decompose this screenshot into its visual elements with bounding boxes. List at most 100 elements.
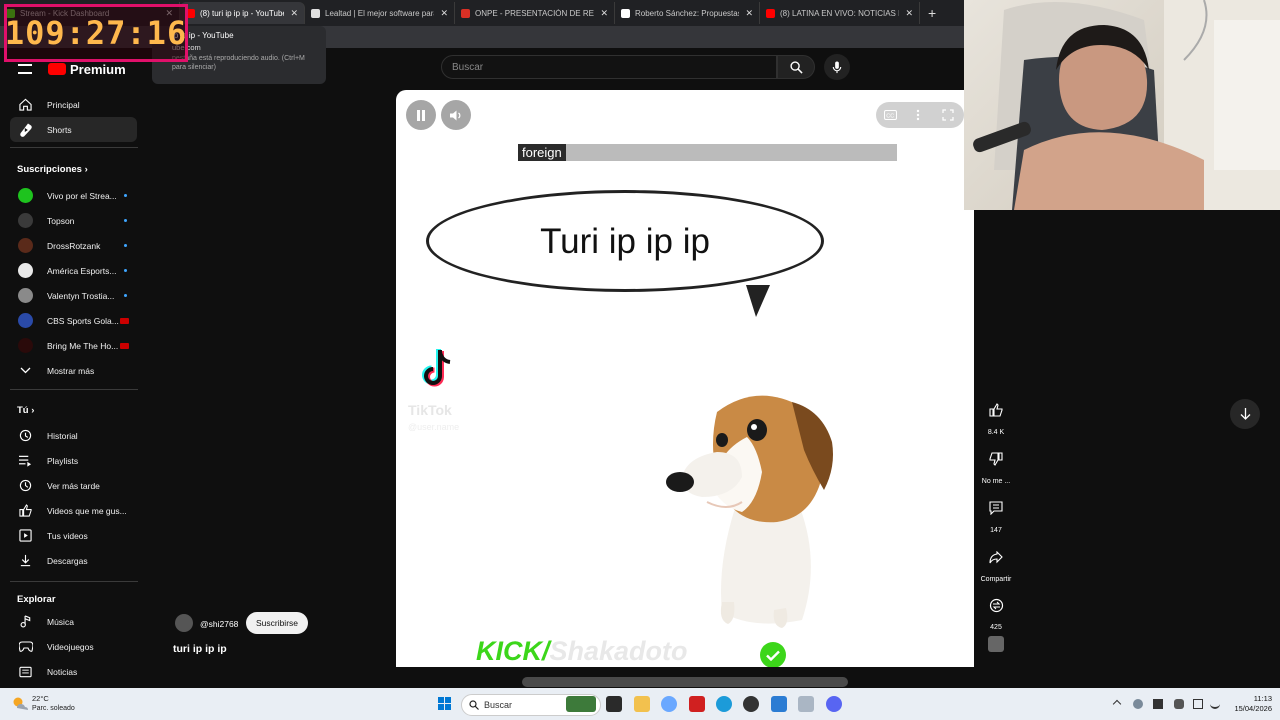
browser-tab[interactable]: (8) LATINA EN VIVO: NOTICIAS DE ✕ — [760, 2, 920, 24]
tiktok-watermark-user: @user.name — [408, 422, 460, 432]
playlists-icon — [18, 453, 33, 468]
tab-close-icon[interactable]: ✕ — [600, 8, 608, 19]
wifi-icon[interactable] — [1210, 699, 1220, 709]
pause-button[interactable] — [406, 100, 436, 130]
sidebar-item-shorts[interactable]: Shorts — [10, 117, 137, 142]
task-view-icon[interactable] — [606, 696, 622, 712]
sidebar-item-gaming[interactable]: Videojuegos — [10, 634, 137, 659]
search-button[interactable] — [777, 55, 815, 79]
caption-text: foreign — [518, 144, 566, 161]
like-button[interactable]: 8.4 K — [980, 395, 1012, 436]
channel-avatar — [18, 313, 33, 328]
menu-icon[interactable] — [18, 64, 32, 74]
tab-label: Lealtad | El mejor software para p — [325, 8, 435, 18]
sidebar-item-liked[interactable]: Videos que me gus... — [10, 498, 137, 523]
browser-tab[interactable]: ONPE - PRESENTACIÓN DE RESUL ✕ — [455, 2, 615, 24]
volume-button[interactable] — [441, 100, 471, 130]
tab-close-icon[interactable]: ✕ — [440, 8, 448, 19]
sidebar-item-music[interactable]: Música — [10, 609, 137, 634]
taskbar-clock[interactable]: 11:13 15/04/2026 — [1228, 694, 1272, 714]
comment-count: 147 — [990, 527, 1002, 534]
sidebar-item-label: Playlists — [47, 455, 79, 466]
subscribe-button[interactable]: Suscribirse — [246, 612, 308, 634]
copilot-icon[interactable] — [661, 696, 677, 712]
sidebar-item-label: Videos que me gus... — [47, 505, 127, 516]
sidebar-show-more[interactable]: Mostrar más — [10, 358, 137, 383]
taskbar-search-icon — [469, 700, 479, 710]
next-short-button[interactable] — [1230, 399, 1260, 429]
share-button[interactable]: Compartir — [980, 542, 1012, 583]
sidebar-subscription[interactable]: CBS Sports Gola... — [10, 308, 137, 333]
onedrive-icon[interactable] — [1133, 699, 1143, 709]
sidebar-subscription[interactable]: Vivo por el Strea... — [10, 183, 137, 208]
video-title[interactable]: turi ip ip ip — [173, 643, 227, 655]
display-icon[interactable] — [1193, 699, 1203, 709]
usb-icon[interactable] — [1153, 699, 1163, 709]
shorts-player[interactable]: CC foreign Turi ip ip ip TikTok @user.na… — [396, 90, 974, 667]
you-heading[interactable]: Tú › — [17, 405, 34, 416]
like-count: 8.4 K — [987, 429, 1005, 436]
search-input[interactable]: Buscar — [441, 55, 777, 79]
tab-close-icon[interactable]: ✕ — [905, 8, 913, 19]
voice-search-button[interactable] — [824, 54, 850, 80]
pdf-app-icon[interactable] — [689, 696, 705, 712]
sidebar-subscription[interactable]: Topson — [10, 208, 137, 233]
channel-avatar — [18, 288, 33, 303]
clock-time: 11:13 — [1253, 694, 1272, 703]
tab-hover-title: ip ip ip - YouTube — [172, 31, 234, 40]
new-tab-button[interactable]: + — [928, 5, 936, 21]
remix-button[interactable]: 425 — [980, 590, 1012, 631]
channel-avatar[interactable] — [175, 614, 193, 632]
discord-icon[interactable] — [826, 696, 842, 712]
tab-close-icon[interactable]: ✕ — [290, 8, 298, 19]
channel-avatar — [18, 263, 33, 278]
like-icon — [989, 403, 1003, 417]
your-videos-icon — [18, 528, 33, 543]
taskbar-widget-image[interactable] — [566, 696, 596, 712]
tiktok-logo-icon — [422, 349, 451, 387]
remix-icon — [989, 598, 1003, 612]
more-options-icon[interactable] — [916, 109, 920, 121]
horizontal-scrollbar[interactable] — [522, 677, 848, 687]
start-windows-icon[interactable] — [438, 697, 452, 711]
tray-overflow-icon[interactable] — [1112, 699, 1122, 709]
tab-favicon-icon — [461, 8, 470, 18]
sidebar-item-your-videos[interactable]: Tus videos — [10, 523, 137, 548]
webcam-feed — [964, 0, 1280, 210]
arrow-down-icon — [1240, 408, 1250, 420]
browser-tab[interactable]: Lealtad | El mejor software para p ✕ — [305, 2, 455, 24]
sidebar-item-principal[interactable]: Principal — [10, 92, 137, 117]
sidebar-subscription[interactable]: Bring Me The Ho... — [10, 333, 137, 358]
browser-tab[interactable]: Roberto Sánchez: Propuestas ✕ — [615, 2, 760, 24]
youtube-logo[interactable]: Premium — [48, 62, 126, 77]
browser-tab[interactable]: (8) turi ip ip ip - YouTube ✕ — [180, 2, 305, 24]
dislike-button[interactable]: No me ... — [980, 444, 1012, 485]
clock-date: 15/04/2026 — [1234, 704, 1272, 714]
sidebar-item-history[interactable]: Historial — [10, 423, 137, 448]
dislike-label: No me ... — [981, 478, 1011, 485]
new-content-dot — [124, 219, 127, 222]
sidebar-item-playlists[interactable]: Playlists — [10, 448, 137, 473]
tab-label: ONPE - PRESENTACIÓN DE RESUL — [475, 8, 594, 18]
sidebar-item-watch-later[interactable]: Ver más tarde — [10, 473, 137, 498]
sidebar-item-downloads[interactable]: Descargas — [10, 548, 137, 573]
tab-close-icon[interactable]: ✕ — [745, 8, 753, 19]
channel-handle[interactable]: @shi2768 — [200, 619, 238, 629]
captions-icon[interactable]: CC — [884, 110, 897, 120]
edge-icon[interactable] — [716, 696, 732, 712]
sound-thumbnail[interactable] — [988, 636, 1004, 652]
sidebar-item-news[interactable]: Noticias — [10, 659, 137, 684]
weather-widget[interactable]: 22°C Parc. soleado — [32, 694, 75, 713]
sidebar-subscription[interactable]: Valentyn Trostia... — [10, 283, 137, 308]
subscriptions-heading[interactable]: Suscripciones › — [17, 164, 88, 175]
comments-button[interactable]: 147 — [980, 493, 1012, 534]
calculator-icon[interactable] — [798, 696, 814, 712]
notepad-icon[interactable] — [771, 696, 787, 712]
sidebar-subscription[interactable]: América Esports... — [10, 258, 137, 283]
file-explorer-icon[interactable] — [634, 696, 650, 712]
microphone-tray-icon[interactable] — [1174, 699, 1184, 709]
fullscreen-icon[interactable] — [942, 109, 954, 121]
obs-icon[interactable] — [743, 696, 759, 712]
explore-heading[interactable]: Explorar — [17, 594, 56, 605]
sidebar-subscription[interactable]: DrossRotzank — [10, 233, 137, 258]
